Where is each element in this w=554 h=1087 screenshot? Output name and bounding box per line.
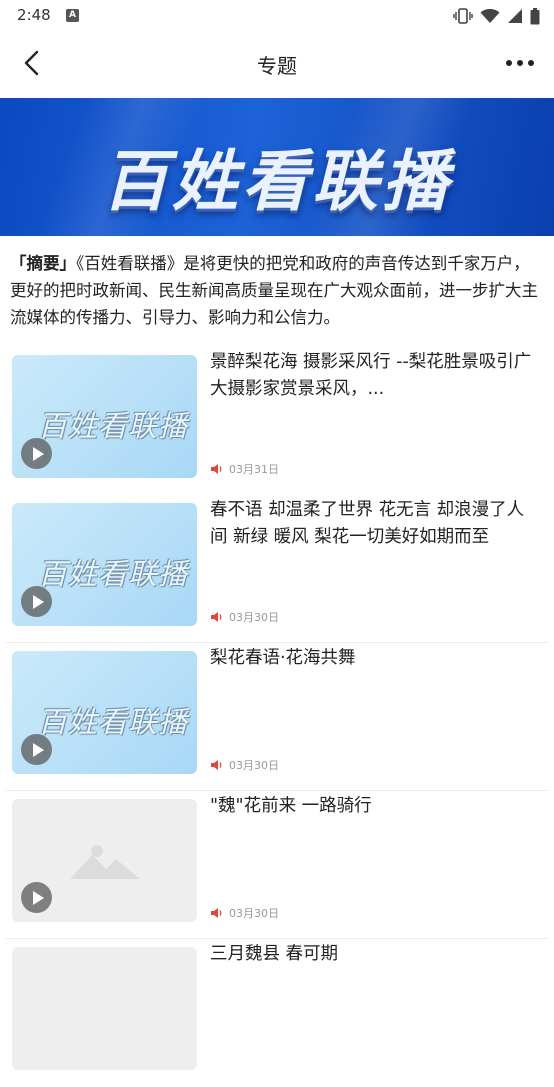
play-icon[interactable] xyxy=(21,734,52,765)
video-thumbnail[interactable]: 百姓看联播 xyxy=(12,355,197,478)
speaker-icon xyxy=(211,760,222,770)
top-nav-bar: 专题 xyxy=(0,32,554,98)
topic-summary: 「摘要」《百姓看联播》是将更快的把党和政府的声音传达到千家万户，更好的把时政新闻… xyxy=(10,250,544,331)
play-icon[interactable] xyxy=(21,882,52,913)
list-item[interactable]: 百姓看联播 春不语 却温柔了世界 花无言 却浪漫了人间 新绿 暖风 梨花一切美好… xyxy=(0,495,554,643)
video-thumbnail[interactable] xyxy=(12,799,197,922)
article-list: 百姓看联播 景醉梨花海 摄影采风行 --梨花胜景吸引广大摄影家赏景采风，... … xyxy=(0,347,554,1087)
image-placeholder-icon xyxy=(70,845,140,879)
item-title[interactable]: 景醉梨花海 摄影采风行 --梨花胜景吸引广大摄影家赏景采风，... xyxy=(210,349,540,403)
thumbnail-text: 百姓看联播 xyxy=(38,409,189,443)
status-bar: 2:48 A xyxy=(0,0,554,32)
speaker-icon xyxy=(211,908,222,918)
more-dots-icon[interactable] xyxy=(504,52,536,74)
summary-label: 「摘要」 xyxy=(10,254,76,273)
banner-title: 百姓看联播 xyxy=(102,143,452,220)
item-date: 03月30日 xyxy=(229,907,279,920)
notification-app-icon: A xyxy=(66,9,79,22)
video-thumbnail[interactable] xyxy=(12,947,197,1070)
speaker-icon xyxy=(211,612,222,622)
topic-banner: 百姓看联播 xyxy=(0,98,554,236)
status-time: 2:48 xyxy=(17,6,51,24)
item-title[interactable]: 三月魏县 春可期 xyxy=(210,941,540,968)
play-icon[interactable] xyxy=(21,438,52,469)
video-thumbnail[interactable]: 百姓看联播 xyxy=(12,651,197,774)
item-meta: 03月30日 xyxy=(210,609,279,625)
item-title[interactable]: "魏"花前来 一路骑行 xyxy=(210,793,540,820)
page-title: 专题 xyxy=(257,54,297,78)
video-thumbnail[interactable]: 百姓看联播 xyxy=(12,503,197,626)
summary-text: 《百姓看联播》是将更快的把党和政府的声音传达到千家万户，更好的把时政新闻、民生新… xyxy=(10,254,538,327)
item-meta: 03月30日 xyxy=(210,905,279,921)
wifi-icon xyxy=(480,9,500,23)
item-meta: 03月31日 xyxy=(210,461,279,477)
battery-icon xyxy=(530,7,540,24)
item-meta: 03月30日 xyxy=(210,757,279,773)
play-icon[interactable] xyxy=(21,586,52,617)
list-item[interactable]: 三月魏县 春可期 xyxy=(0,939,554,1087)
item-date: 03月31日 xyxy=(229,463,279,476)
thumbnail-text: 百姓看联播 xyxy=(38,557,189,591)
speaker-icon xyxy=(211,464,222,474)
signal-icon xyxy=(508,9,522,23)
item-title[interactable]: 春不语 却温柔了世界 花无言 却浪漫了人间 新绿 暖风 梨花一切美好如期而至 xyxy=(210,497,540,551)
item-date: 03月30日 xyxy=(229,611,279,624)
thumbnail-text: 百姓看联播 xyxy=(38,705,189,739)
vibrate-icon xyxy=(453,8,473,24)
item-date: 03月30日 xyxy=(229,759,279,772)
list-item[interactable]: 百姓看联播 梨花春语·花海共舞 03月30日 xyxy=(0,643,554,791)
status-icons xyxy=(453,6,540,26)
item-title[interactable]: 梨花春语·花海共舞 xyxy=(210,645,540,672)
list-item[interactable]: "魏"花前来 一路骑行 03月30日 xyxy=(0,791,554,939)
list-item[interactable]: 百姓看联播 景醉梨花海 摄影采风行 --梨花胜景吸引广大摄影家赏景采风，... … xyxy=(0,347,554,495)
